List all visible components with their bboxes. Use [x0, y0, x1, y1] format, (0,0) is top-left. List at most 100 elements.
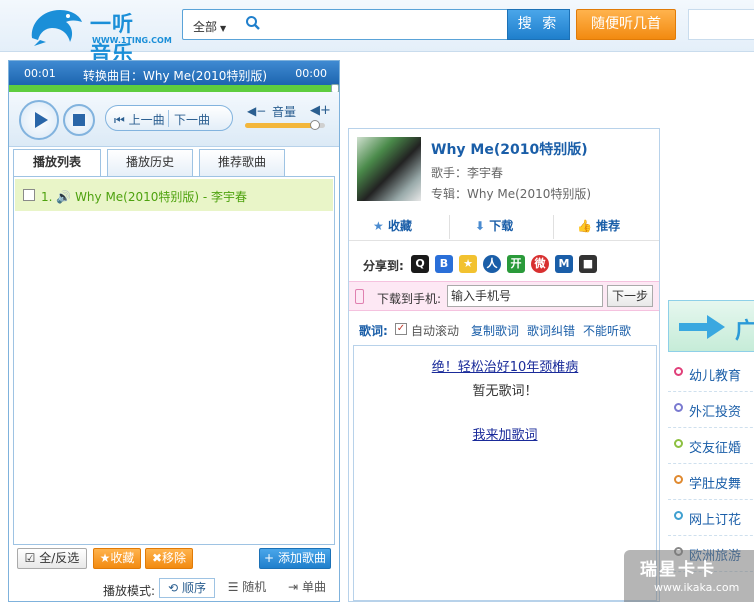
player-controls: ⏮ 上一曲 下一曲 ◀− 音量 ◀+: [9, 92, 339, 147]
album-cover[interactable]: [357, 137, 421, 201]
mode-random-button[interactable]: ☰ 随机: [223, 578, 271, 598]
song-favorite-button[interactable]: ★ 收藏: [373, 217, 412, 234]
ad-banner[interactable]: 广: [668, 300, 754, 352]
play-icon: [35, 112, 48, 128]
arrow-right-icon: [679, 315, 725, 339]
song-singer: 歌手：李宇春: [431, 166, 504, 180]
site-logo[interactable]: 一听音乐 WWW.1TING.COM: [26, 4, 172, 66]
total-time: 00:00: [295, 67, 327, 80]
search-category-select[interactable]: 全部 ▼: [193, 18, 226, 35]
douban-icon[interactable]: ■: [579, 255, 597, 273]
bullet-icon: [674, 511, 683, 520]
lyrics-toolbar: 歌词: ✓ 自动滚动 复制歌词 歌词纠错 不能听歌: [349, 319, 659, 339]
ad-link-item[interactable]: 学肚皮舞: [668, 464, 754, 500]
mode-sequential-button[interactable]: ⟲ 顺序: [159, 578, 215, 598]
top-right-box: [688, 9, 754, 40]
remove-button[interactable]: ✖移除: [145, 548, 193, 569]
prev-icon: ⏮: [114, 113, 125, 127]
renren-icon[interactable]: 人: [483, 255, 501, 273]
watermark-text: 瑞星卡卡: [640, 560, 716, 580]
next-step-button[interactable]: 下一步: [607, 285, 653, 307]
playlist-footer: ☑ 全/反选 ★收藏 ✖移除 + 添加歌曲: [13, 545, 335, 573]
current-time: 00:01: [24, 67, 56, 80]
search-icon: [246, 16, 260, 30]
divider: [449, 215, 450, 239]
search-input[interactable]: [265, 13, 503, 36]
search-button[interactable]: 搜 索: [507, 9, 570, 40]
auto-scroll-checkbox[interactable]: ✓: [395, 323, 407, 335]
phone-number-input[interactable]: [447, 285, 603, 307]
list-item-checkbox[interactable]: [23, 189, 35, 201]
star-icon: ★: [373, 219, 384, 233]
now-playing-title: 转换曲目：Why Me(2010特别版): [83, 69, 268, 83]
ad-link-item[interactable]: 外汇投资: [668, 392, 754, 428]
cannot-play-link[interactable]: 不能听歌: [583, 322, 631, 339]
correct-lyrics-link[interactable]: 歌词纠错: [527, 322, 575, 339]
song-info-panel: Why Me(2010特别版) 歌手：李宇春 专辑：Why Me(2010特别版…: [348, 128, 660, 602]
logo-url: WWW.1TING.COM: [92, 36, 172, 45]
stop-button[interactable]: [63, 104, 95, 136]
random-play-button[interactable]: 随便听几首: [576, 9, 676, 40]
kaixin-icon[interactable]: 开: [507, 255, 525, 273]
bullet-icon: [674, 403, 683, 412]
msn-icon[interactable]: M: [555, 255, 573, 273]
star-icon: ★: [99, 551, 111, 565]
volume-slider[interactable]: [245, 120, 325, 130]
volume-down-icon[interactable]: ◀−: [247, 104, 266, 118]
song-actions: ★ 收藏 ⬇ 下载 👍 推荐: [349, 211, 659, 241]
qq-icon[interactable]: Q: [411, 255, 429, 273]
bullet-icon: [674, 367, 683, 376]
download-icon: ⬇: [475, 219, 486, 233]
speaker-icon: 🔊: [56, 190, 72, 204]
download-to-phone-bar: 下载到手机: 下一步: [349, 281, 659, 311]
song-title[interactable]: Why Me(2010特别版): [431, 139, 588, 159]
ad-banner-text: 广: [735, 313, 754, 345]
weibo-icon[interactable]: 微: [531, 255, 549, 273]
bullet-icon: [674, 439, 683, 448]
close-icon: ✖: [151, 551, 163, 565]
add-lyrics-link[interactable]: 我来加歌词: [354, 424, 656, 443]
list-item[interactable]: 1. 🔊 Why Me(2010特别版) - 李宇春: [15, 179, 333, 211]
ad-link-item[interactable]: 交友征婚: [668, 428, 754, 464]
share-label: 分享到:: [363, 259, 404, 273]
volume-fill: [245, 123, 316, 128]
song-download-button[interactable]: ⬇ 下载: [475, 217, 513, 234]
watermark: 瑞星卡卡 www.ikaka.com: [624, 550, 754, 602]
ad-link-item[interactable]: 网上订花: [668, 500, 754, 536]
auto-scroll-label[interactable]: 自动滚动: [411, 322, 459, 339]
top-bar: 一听音乐 WWW.1TING.COM 全部 ▼ 搜 索 随便听几首: [0, 0, 754, 66]
song-recommend-button[interactable]: 👍 推荐: [577, 217, 620, 234]
volume-label: 音量: [272, 105, 297, 119]
stop-icon: [73, 114, 85, 126]
prev-next-group: ⏮ 上一曲 下一曲: [105, 105, 233, 131]
lyric-ad-link[interactable]: 绝！轻松治好10年颈椎病: [354, 356, 656, 375]
star-share-icon[interactable]: ★: [459, 255, 477, 273]
divider: [553, 215, 554, 239]
play-mode-label: 播放模式:: [103, 584, 156, 598]
list-item-label[interactable]: 1. 🔊 Why Me(2010特别版) - 李宇春: [41, 188, 247, 205]
play-button[interactable]: [19, 100, 59, 140]
prev-button[interactable]: ⏮ 上一曲: [114, 111, 165, 128]
ad-link-item[interactable]: 幼儿教育: [668, 356, 754, 392]
divider: [168, 110, 169, 127]
tab-recommend[interactable]: 推荐歌曲: [199, 149, 285, 176]
phone-icon: [355, 289, 364, 304]
copy-lyrics-link[interactable]: 复制歌词: [471, 322, 519, 339]
select-all-button[interactable]: ☑ 全/反选: [17, 548, 87, 569]
repeat-icon: ⟲: [168, 581, 179, 595]
dolphin-logo-icon: [31, 10, 82, 46]
mode-single-button[interactable]: ⇥ 单曲: [283, 578, 331, 598]
lyrics-label: 歌词:: [359, 324, 388, 338]
baidu-icon[interactable]: B: [435, 255, 453, 273]
caret-down-icon: ▼: [220, 24, 227, 33]
thumb-up-icon: 👍: [577, 219, 592, 233]
favorite-button[interactable]: ★收藏: [93, 548, 141, 569]
add-song-button[interactable]: + 添加歌曲: [259, 548, 331, 569]
next-button[interactable]: 下一曲: [174, 111, 210, 128]
tab-history[interactable]: 播放历史: [107, 149, 193, 176]
tab-playlist[interactable]: 播放列表: [13, 149, 101, 177]
volume-handle[interactable]: [310, 120, 321, 130]
volume-up-icon[interactable]: ◀+: [310, 103, 331, 118]
progress-bar[interactable]: [9, 84, 339, 93]
song-album: 专辑：Why Me(2010特别版): [431, 187, 592, 201]
